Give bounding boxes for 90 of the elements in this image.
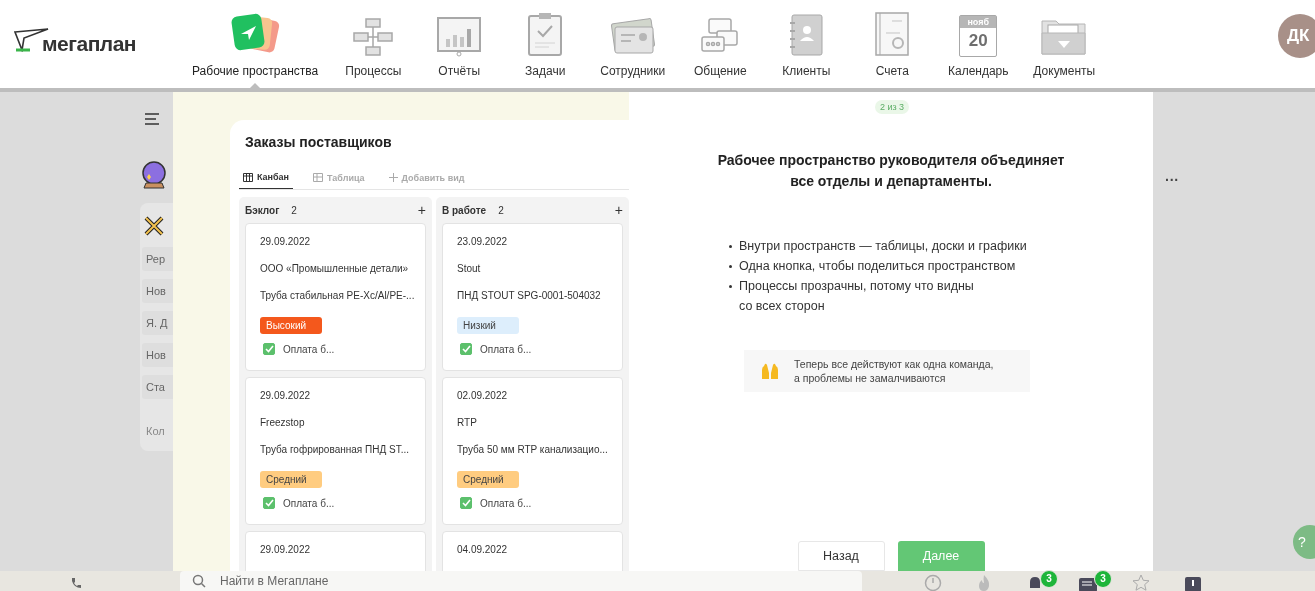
column-count: 2 xyxy=(498,204,504,216)
note-text: Теперь все действуют как одна команда, а проблемы не замалчиваются xyxy=(794,357,994,385)
more-button[interactable]: ··· xyxy=(1165,172,1179,188)
board-title: Заказы поставщиков xyxy=(244,134,393,150)
card-date: 29.09.2022 xyxy=(260,544,311,557)
bullet-icon xyxy=(729,245,732,248)
card-date: 23.09.2022 xyxy=(457,236,508,249)
search-field[interactable]: Найти в Мегаплане xyxy=(180,571,862,591)
add-card-button[interactable]: + xyxy=(614,202,623,218)
view-tab[interactable]: Канбан xyxy=(239,172,294,189)
id-cards-icon xyxy=(608,17,657,57)
add-card-button[interactable]: + xyxy=(417,202,426,218)
card-product: Труба стабильная PE-Xc/Al/PE-... xyxy=(260,290,415,303)
message-count: 3 xyxy=(1094,570,1112,588)
bullet-text: Процессы прозрачны, потому что видны со всех сторон xyxy=(739,278,974,315)
menu-icon[interactable] xyxy=(145,113,160,125)
alert-icon[interactable] xyxy=(1184,574,1202,591)
nav-item[interactable]: Процессы xyxy=(342,0,405,89)
search-icon xyxy=(192,574,206,588)
priority-tag: Низкий xyxy=(457,317,519,334)
crystal-ball-icon xyxy=(140,161,168,189)
bullet-icon xyxy=(729,285,732,288)
flowchart-icon xyxy=(352,17,395,57)
nav-item[interactable]: Документы xyxy=(1033,0,1096,89)
card-product: ПНД STOUT SPG-0001-504032 xyxy=(457,290,601,303)
card-company: Freezstop xyxy=(260,417,305,430)
column-count: 2 xyxy=(291,204,297,216)
step-counter: 2 из 3 xyxy=(874,100,910,114)
bullet-text: Одна кнопка, чтобы поделиться пространством xyxy=(739,258,1016,275)
nav-item[interactable]: Задачи xyxy=(514,0,577,89)
sidebar-footer-text: Кол xyxy=(146,425,166,437)
order-card[interactable]: 23.09.2022 Stout ПНД STOUT SPG-0001-504032 Низкий Оплата б... xyxy=(442,223,623,371)
phone-icon[interactable] xyxy=(70,577,82,589)
board-icon xyxy=(243,172,253,182)
sidebar-item[interactable]: Нов xyxy=(142,279,173,303)
nav-item[interactable]: Отчёты xyxy=(428,0,491,89)
sidebar-item[interactable]: Ста xyxy=(142,375,173,399)
notification-count: 3 xyxy=(1040,570,1058,588)
card-date: 02.09.2022 xyxy=(457,390,508,403)
checkbox[interactable] xyxy=(460,343,472,355)
plus-icon xyxy=(388,173,398,182)
checkbox[interactable] xyxy=(263,497,275,509)
logo-text: мегаплан xyxy=(42,32,137,56)
sidebar-item[interactable]: Нов xyxy=(142,343,173,367)
folder-icon xyxy=(1040,17,1089,57)
column-title: Бэклог xyxy=(245,204,280,216)
column-title: В работе xyxy=(442,204,487,216)
card-company: Stout xyxy=(457,263,481,276)
task-label: Оплата б... xyxy=(480,497,532,509)
order-card[interactable]: 04.09.2022 xyxy=(442,531,623,571)
order-card[interactable]: 29.09.2022 Freezstop Труба гофрированная ПНД ST... Средний Оплата б... xyxy=(245,377,426,525)
order-card[interactable]: 29.09.2022 ООО «Промышленные детали» Труба стабильная PE-Xc/Al/PE-... Высокий Оплата б... xyxy=(245,223,426,371)
checkbox[interactable] xyxy=(263,343,275,355)
invoice-stamp-icon xyxy=(874,11,911,57)
card-company: ООО «Промышленные детали» xyxy=(260,263,409,276)
priority-tag: Высокий xyxy=(260,317,322,334)
task-label: Оплата б... xyxy=(283,497,335,509)
bullet-text: Внутри пространств — таблицы, доски и графики xyxy=(739,238,1027,255)
order-card[interactable]: 02.09.2022 RTP Труба 50 мм RTP канализацио... Средний Оплата б... xyxy=(442,377,623,525)
sidebar-item[interactable]: Рер xyxy=(142,247,173,271)
card-product: Труба 50 мм RTP канализацио... xyxy=(457,444,608,457)
priority-tag: Средний xyxy=(260,471,322,488)
table-icon xyxy=(313,173,324,182)
nav-item[interactable]: Рабочие пространства xyxy=(192,0,319,89)
nav-item[interactable]: Счета xyxy=(861,0,924,89)
nav-item[interactable]: Общение xyxy=(689,0,752,89)
priority-tag: Средний xyxy=(457,471,519,488)
clock-icon[interactable] xyxy=(924,574,942,591)
nav-item[interactable]: Сотрудники xyxy=(600,0,666,89)
flame-icon[interactable] xyxy=(976,574,992,591)
address-book-icon xyxy=(787,13,826,57)
task-label: Оплата б... xyxy=(283,343,335,355)
bullet-icon xyxy=(729,265,732,268)
checkbox[interactable] xyxy=(460,497,472,509)
dialog-heading: Рабочее пространство руководителя объединяет все отделы и департаменты. xyxy=(717,151,1065,191)
calendar-icon: нояб 20 xyxy=(959,15,998,57)
task-label: Оплата б... xyxy=(480,343,532,355)
card-date: 04.09.2022 xyxy=(457,544,508,557)
order-card[interactable]: 29.09.2022 xyxy=(245,531,426,571)
card-date: 29.09.2022 xyxy=(260,236,311,249)
back-button[interactable]: Назад xyxy=(797,541,885,571)
star-icon[interactable] xyxy=(1132,574,1150,591)
bar-chart-board-icon xyxy=(436,15,483,57)
nav-item[interactable]: Клиенты xyxy=(775,0,838,89)
card-product: Труба гофрированная ПНД ST... xyxy=(260,444,409,457)
card-date: 29.09.2022 xyxy=(260,390,311,403)
card-company: RTP xyxy=(457,417,477,430)
clipboard-check-icon xyxy=(527,11,564,57)
sidebar-item[interactable]: Я. Д xyxy=(142,311,173,335)
nav-item[interactable]: нояб 20 Календарь xyxy=(947,0,1010,89)
